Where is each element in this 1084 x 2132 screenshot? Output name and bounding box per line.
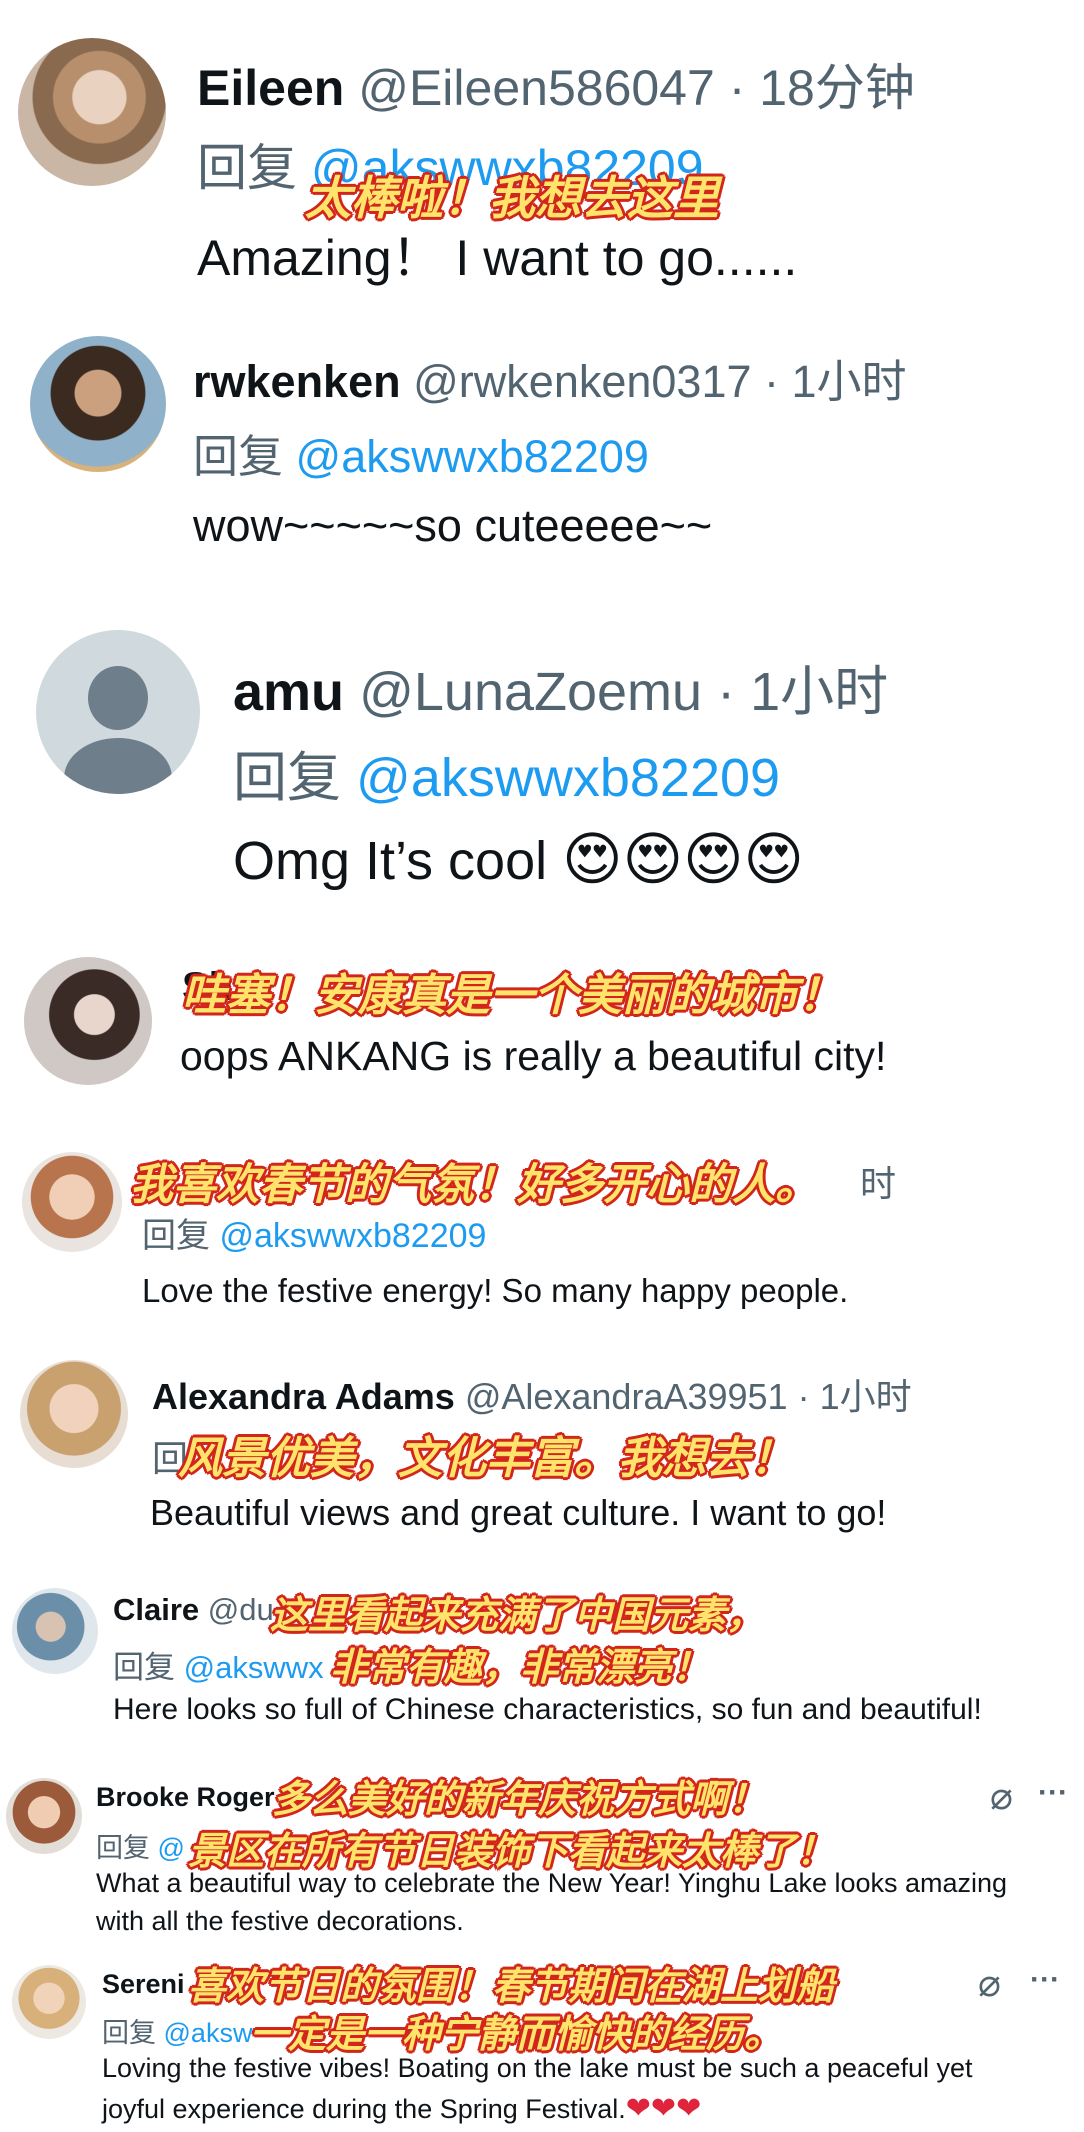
author-name[interactable]: rwkenken bbox=[193, 356, 401, 407]
reply-prefix: 回复 bbox=[102, 2018, 156, 2048]
translation-caption: 哇塞！安康真是一个美丽的城市！ bbox=[182, 970, 842, 1021]
comment-text: oops ANKANG is really a beautiful city! bbox=[180, 1033, 887, 1079]
more-options-icon[interactable]: ··· bbox=[1030, 1963, 1060, 1997]
translation-caption-line-2: 非常有趣，非常漂亮！ bbox=[330, 1645, 711, 1689]
comment-rwkenken: rwkenken @rwkenken0317 · 1小时 回复 @akswwxb… bbox=[0, 300, 1084, 590]
author-name[interactable]: Eileen bbox=[197, 60, 344, 116]
author-handle[interactable]: @Eileen586047 bbox=[358, 60, 715, 116]
avatar[interactable] bbox=[18, 38, 166, 186]
mention-link[interactable]: @akswwxb82209 bbox=[296, 431, 649, 482]
reply-prefix: 回复 bbox=[113, 1650, 175, 1685]
timestamp[interactable]: · 18分钟 bbox=[729, 60, 915, 116]
avatar[interactable] bbox=[6, 1778, 82, 1854]
comment-header: Eileen @Eileen586047 · 18分钟 bbox=[197, 48, 915, 120]
reply-prefix: 回复 bbox=[142, 1217, 210, 1255]
author-name[interactable]: Brooke Roger bbox=[96, 1782, 275, 1813]
author-handle[interactable]: @AlexandraA39951 bbox=[465, 1376, 788, 1417]
comment-amu: amu @LunaZoemu · 1小时 回复 @akswwxb82209 Om… bbox=[0, 615, 1084, 935]
timestamp[interactable]: 时 bbox=[860, 1155, 896, 1207]
comment-header: amu @LunaZoemu · 1小时 bbox=[233, 647, 888, 726]
reply-prefix: 回复 bbox=[197, 140, 297, 196]
translation-caption: 风景优美，文化丰富。我想去！ bbox=[178, 1433, 794, 1484]
comment-text-main: Omg It’s cool bbox=[233, 831, 548, 891]
author-name[interactable]: amu bbox=[233, 662, 344, 722]
heart-eyes-emoji: 😍😍😍😍 bbox=[562, 827, 804, 892]
timestamp[interactable]: · 1小时 bbox=[798, 1376, 912, 1417]
timestamp[interactable]: · 1小时 bbox=[717, 662, 888, 722]
avatar[interactable] bbox=[24, 957, 152, 1085]
timestamp[interactable]: · 1小时 bbox=[764, 356, 907, 407]
comment-text: Beautiful views and great culture. I wan… bbox=[150, 1492, 887, 1533]
mention-link[interactable]: @ bbox=[158, 1833, 185, 1863]
translation-caption-line-1: 喜欢节日的氛围！春节期间在湖上划船 bbox=[188, 1964, 835, 2008]
comment-sereni: Sereni ⌀ ··· 回复 @aksw Loving the festive… bbox=[0, 1945, 1084, 2132]
translation-caption: 太棒啦！我想去这里 bbox=[305, 171, 719, 225]
grok-icon[interactable]: ⌀ bbox=[978, 1961, 1001, 2006]
comment-brooke: Brooke Roger ⌀ ··· 回复 @ What a beautiful… bbox=[0, 1760, 1084, 1940]
comment-header: Claire @du bbox=[113, 1592, 274, 1628]
avatar[interactable] bbox=[12, 1965, 86, 2039]
comment-text: Amazing！ I want to go...... bbox=[197, 230, 798, 286]
comment-text: Love the festive energy! So many happy p… bbox=[142, 1272, 849, 1309]
mention-link[interactable]: @akswwxb82209 bbox=[356, 748, 780, 808]
comment-text: Here looks so full of Chinese characteri… bbox=[113, 1693, 982, 1726]
reply-line: 回复 @ bbox=[96, 1826, 185, 1865]
comment-header: rwkenken @rwkenken0317 · 1小时 bbox=[193, 345, 907, 410]
translation-caption-line-2: 景区在所有节日装饰下看起来太棒了！ bbox=[188, 1829, 835, 1873]
avatar[interactable] bbox=[30, 336, 166, 472]
reply-line: 回复 @akswwx bbox=[113, 1642, 324, 1687]
comment-sha: Sha oops ANKANG is really a beautiful ci… bbox=[0, 945, 1084, 1095]
reply-line: 回复 @akswwxb82209 bbox=[142, 1208, 486, 1257]
reply-prefix: 回复 bbox=[193, 431, 284, 482]
more-options-icon[interactable]: ··· bbox=[1038, 1776, 1068, 1810]
author-name[interactable]: Sereni bbox=[102, 1969, 185, 2000]
mention-link[interactable]: @akswwxb82209 bbox=[219, 1217, 486, 1255]
default-avatar-icon bbox=[88, 666, 148, 730]
reply-line: 回复 @akswwxb82209 bbox=[233, 733, 780, 812]
comment-header: Alexandra Adams @AlexandraA39951 · 1小时 bbox=[152, 1368, 912, 1420]
author-handle[interactable]: @rwkenken0317 bbox=[413, 356, 751, 407]
author-name[interactable]: Claire bbox=[113, 1592, 199, 1627]
comment-eileen: Eileen @Eileen586047 · 18分钟 回复 @akswwxb8… bbox=[0, 0, 1084, 290]
comment-alexandra: Alexandra Adams @AlexandraA39951 · 1小时 回… bbox=[0, 1360, 1084, 1540]
avatar[interactable] bbox=[36, 630, 200, 794]
reply-prefix: 回复 bbox=[233, 748, 341, 808]
mention-link[interactable]: @aksw bbox=[164, 2018, 253, 2048]
avatar[interactable] bbox=[12, 1588, 98, 1674]
comment-claire: Claire @du 回复 @akswwx Here looks so full… bbox=[0, 1580, 1084, 1740]
translation-caption: 我喜欢春节的气氛！好多开心的人。 bbox=[130, 1160, 818, 1210]
translation-caption-line-1: 多么美好的新年庆祝方式啊！ bbox=[272, 1777, 767, 1821]
comment-text: wow~~~~~so cuteeeee~~ bbox=[193, 500, 713, 551]
translation-caption-line-1: 这里看起来充满了中国元素， bbox=[270, 1593, 765, 1637]
comment-text-line-2: with all the festive decorations. bbox=[96, 1906, 464, 1936]
comment-text-line-2: joyful experience during the Spring Fest… bbox=[102, 2091, 701, 2126]
heart-emoji: ❤❤❤ bbox=[625, 2092, 702, 2125]
author-name[interactable]: Alexandra Adams bbox=[152, 1376, 455, 1417]
translation-caption-line-2: 一定是一种宁静而愉快的经历。 bbox=[250, 2012, 783, 2056]
reply-line: 回复 @aksw bbox=[102, 2011, 252, 2050]
mention-link[interactable]: @akswwx bbox=[184, 1650, 324, 1685]
reply-line: 回复 @akswwxb82209 bbox=[193, 420, 649, 485]
reply-prefix: 回复 bbox=[96, 1833, 150, 1863]
comment-festive-energy: 时 回复 @akswwxb82209 Love the festive ener… bbox=[0, 1140, 1084, 1315]
author-handle[interactable]: @LunaZoemu bbox=[359, 662, 702, 722]
avatar[interactable] bbox=[20, 1360, 128, 1468]
comment-text-line-2-main: joyful experience during the Spring Fest… bbox=[102, 2094, 626, 2124]
comment-text: Omg It’s cool 😍😍😍😍 bbox=[233, 825, 804, 893]
grok-icon[interactable]: ⌀ bbox=[990, 1774, 1013, 1819]
avatar[interactable] bbox=[22, 1152, 122, 1252]
author-handle[interactable]: @du bbox=[208, 1592, 274, 1627]
